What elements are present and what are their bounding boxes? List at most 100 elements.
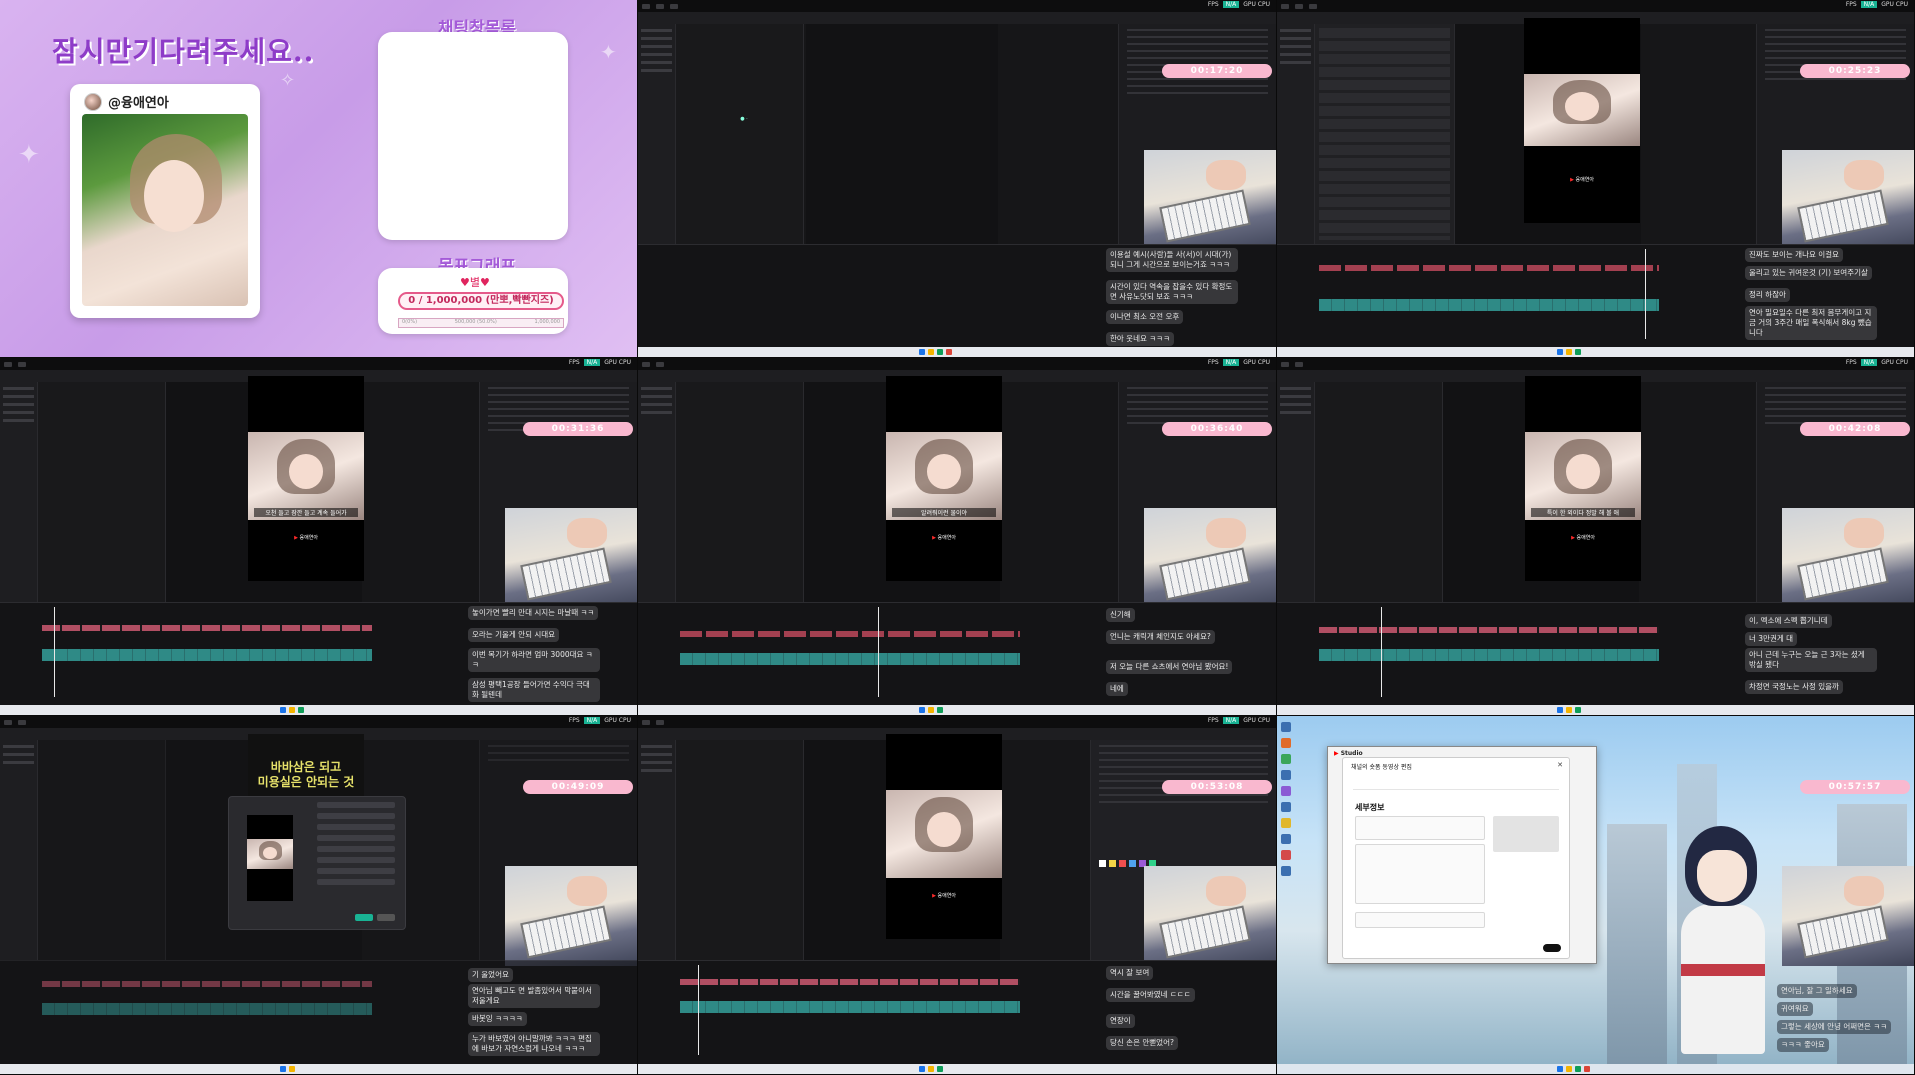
chat-message: 진짜도 보이는 개나요 이걸요 [1745,248,1843,262]
goal-progress-bar: 0 / 1,000,000 (만뽀,빡빤지즈) [398,292,564,310]
next-button[interactable] [1543,944,1561,952]
stream-timer: 00:49:09 [523,780,633,794]
close-icon[interactable]: ✕ [1557,761,1563,769]
chat-message: 차정면 국정노는 사정 있을까 [1745,680,1843,694]
subtitle-caption: 알려줘이런 물이야 [892,508,996,517]
shorts-edit-modal[interactable]: 채널의 숏폼 동영상 편집 ✕ 세부정보 [1342,757,1570,959]
playhead[interactable] [878,607,879,697]
chat-message: 역시 잘 보여 [1106,966,1154,980]
playhead[interactable] [1645,249,1646,339]
chat-message: 바봇잉 ㅋㅋㅋㅋ [468,1012,527,1026]
chat-message: 놓이가면 빨리 만대 시지는 마날때 ㅋㅋ [468,606,599,620]
chat-message: 오라는 기울게 안되 시대요 [468,628,560,642]
editor-screen-3: FPS N/A GPU CPU 오천 들고 잠깐 들고 계속 들어가 ▶ 융애연… [0,358,638,716]
streamer-photo [82,114,248,306]
export-thumbnail [247,815,293,901]
goal-scale: 0(0%) 500,000 (50.0%) 1,000,000 [398,318,564,328]
stats-readout: FPS N/A GPU CPU [1207,1,1270,8]
export-button[interactable] [355,914,373,921]
chat-message: 저 오늘 다른 쇼츠에서 연아님 봤어요! [1106,660,1233,674]
editor-screen-2: FPS N/A GPU CPU ▶ 융애연아 00:25:23 진짜도 보이는 … [1277,0,1915,358]
timeline[interactable] [638,602,1276,706]
media-panel[interactable] [38,382,166,602]
chat-message: 연아 밀요일수 다른 최저 몸무게이고 지금 거의 3주간 매일 폭식해서 8k… [1745,306,1877,340]
chat-message: 귀여워요 [1777,1002,1813,1016]
menu-bar: FPS N/A GPU CPU [1277,0,1914,12]
youtube-studio-window[interactable]: ▶ Studio 채널의 숏폼 동영상 편집 ✕ 세부정보 [1327,746,1597,964]
stream-timer: 00:53:08 [1162,780,1272,794]
subtitle-caption: 오천 들고 잠깐 들고 계속 들어가 [254,508,358,517]
shorts-preview: 알려줘이런 물이야 ▶ 융애연아 [886,376,1002,581]
youtube-studio-logo: ▶ Studio [1334,750,1363,757]
taskbar [638,347,1276,357]
chat-message: 시간을 꿀어봐였네 ㄷㄷㄷ [1106,988,1195,1002]
chat-message: 연아님, 잘 그 일하세요 [1777,984,1857,998]
chat-message: 신기해 [1106,608,1135,622]
description-field[interactable] [1355,844,1485,904]
import-icon[interactable]: ● · [704,116,784,124]
waiting-title: 잠시만기다려주세요.. [52,35,315,68]
playhead[interactable] [1381,607,1382,697]
chat-message: 시간이 있다 역속을 잡을수 있다 확정도 면 사유노닷되 보죠 ㅋㅋㅋ [1106,280,1238,304]
title-overlay: 바바삼은 되고 미용실은 안되는 것 [257,760,355,789]
media-panel[interactable]: ● · [676,24,804,244]
editor-screen-5: FPS N/A GPU CPU 특이 한 외이다 정말 해 볼 애 ▶ 융애연아… [1277,358,1915,716]
chat-message: 연아님 빼고도 면 발좀있어서 막붙이서 저울게요 [468,984,600,1008]
preview-area [806,24,998,244]
chat-message: ㅋㅋㅋ 좋아요 [1777,1038,1829,1052]
playhead[interactable] [54,607,55,697]
export-dialog[interactable] [228,796,406,930]
hand-cam [1144,150,1276,250]
sparkle-icon: ✦ [600,40,617,64]
toolbar [638,12,1276,24]
chat-message: 삼성 평택1공장 들어가면 수익다 극대화 될텐데 [468,678,600,702]
cancel-button[interactable] [377,914,395,921]
timeline[interactable] [638,960,1276,1064]
subtitle-caption: 특이 한 외이다 정말 해 볼 애 [1531,508,1635,517]
stream-timer: 00:36:40 [1162,422,1272,436]
left-panel [638,24,676,244]
chat-message: 그렇는 세상에 안녕 어쩌면은 ㅋㅋ [1777,1020,1892,1034]
sparkle-icon: ✧ [280,70,296,91]
stream-timer: 00:57:57 [1800,780,1910,794]
modal-title: 채널의 숏폼 동영상 편집 [1351,764,1412,771]
stream-thumbnail-grid: ✦ ✧ ✦ 잠시만기다려주세요.. @융애연아 채팅창목록 목표그래프 ♥별♥ … [0,0,1915,1075]
playhead[interactable] [698,965,699,1055]
waiting-screen: ✦ ✧ ✦ 잠시만기다려주세요.. @융애연아 채팅창목록 목표그래프 ♥별♥ … [0,0,638,358]
menu-bar: FPS N/A GPU CPU [638,0,1276,12]
chat-message: 한아 웃네요 ㅋㅋㅋ [1106,332,1174,346]
chat-message: 아니 근데 누구는 오늘 근 3자는 셨게 밖실 됐다 [1745,648,1877,672]
desktop-icons[interactable] [1281,722,1295,882]
details-heading: 세부정보 [1355,803,1385,812]
avatar [84,92,102,111]
sparkle-icon: ✦ [18,140,40,170]
chat-message: 이용설 예시(사람)들 사(서)이 시대(가)되니 그게 시간으로 보이는거죠 … [1106,248,1238,272]
streamer-handle: @융애연아 [108,96,169,111]
chat-message: 당신 손은 안뻗었어? [1106,1036,1178,1050]
editor-screen-1: FPS N/A GPU CPU ● · 00:17:20 이용설 예시(사람)들… [638,0,1277,358]
title-field[interactable] [1355,816,1485,840]
stream-timer: 00:31:36 [523,422,633,436]
anime-character [1667,826,1777,1056]
chat-message: 기 울었어요 [468,968,513,982]
shorts-preview: 바바삼은 되고 미용실은 안되는 것 [248,734,364,804]
chat-message: 울리고 있는 귀여운것 (기) 보여주기살 [1745,266,1872,280]
chat-message: 언니는 캐릭개 체인지도 아세요? [1106,630,1215,644]
chat-message: 정리 하잖아 [1745,288,1790,302]
editor-screen-export: FPS N/A GPU CPU 바바삼은 되고 미용실은 안되는 것 00:49:… [0,716,638,1075]
chat-message: 누가 바보였어 아니말까봐 ㅋㅋㅋ 편집에 바보가 자연스럽게 나오네 ㅋㅋㅋ [468,1032,600,1056]
shorts-preview: 오천 들고 잠깐 들고 계속 들어가 ▶ 융애연아 [248,376,364,581]
chat-message: 이, 멕소에 스펙 뽑기니데 [1745,614,1832,628]
step-indicator [1353,776,1559,790]
chat-message: 연장이 [1106,1014,1135,1028]
heart-icon: ♥별♥ [460,276,490,289]
stream-timer: 00:42:08 [1800,422,1910,436]
editor-screen-4: FPS N/A GPU CPU 알려줘이런 물이야 ▶ 융애연아 00:36:4… [638,358,1277,716]
media-list[interactable] [1315,24,1455,244]
video-thumbnail [1493,816,1559,852]
chat-message: 이번 목기가 하라면 엄마 3000대요 ㅋㅋ [468,648,600,672]
stream-timer: 00:17:20 [1162,64,1272,78]
playlist-field[interactable] [1355,912,1485,928]
desktop-screen: ▶ Studio 채널의 숏폼 동영상 편집 ✕ 세부정보 00:57:57 연… [1277,716,1915,1075]
shorts-preview: 특이 한 외이다 정말 해 볼 애 ▶ 융애연아 [1525,376,1641,581]
